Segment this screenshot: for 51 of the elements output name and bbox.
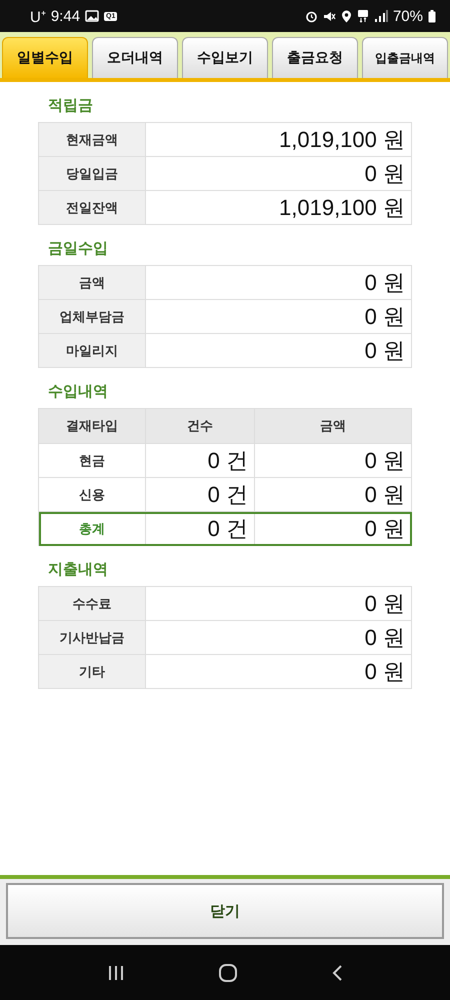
amount-value: 0 원 xyxy=(146,266,412,300)
payment-type: 신용 xyxy=(38,478,146,512)
section-title: 지출내역 xyxy=(47,559,109,580)
clock-time: 9:44 xyxy=(50,8,80,24)
row-label: 당일입금 xyxy=(38,156,146,190)
carrier-label: U⁺ xyxy=(30,8,46,26)
mute-icon xyxy=(322,10,336,22)
row-label: 마일리지 xyxy=(38,334,146,368)
amount-value: 0 원 xyxy=(146,586,412,620)
row-label: 전일잔액 xyxy=(38,190,146,224)
amount-value: 0 원 xyxy=(254,478,412,512)
image-icon xyxy=(85,10,100,22)
section-title: 금일수입 xyxy=(47,238,109,259)
section-title: 적립금 xyxy=(47,95,94,116)
column-header: 결재타입 xyxy=(38,408,146,444)
payment-type: 현금 xyxy=(38,444,146,478)
row-label: 기사반납금 xyxy=(38,620,146,654)
payment-type: 총계 xyxy=(38,512,146,546)
battery-icon xyxy=(428,10,436,22)
row-label: 기타 xyxy=(38,654,146,688)
battery-percent: 70% xyxy=(392,8,423,24)
tab[interactable]: 입출금내역 xyxy=(362,37,448,78)
signal-icon xyxy=(374,10,388,22)
count-value: 0 건 xyxy=(146,478,254,512)
amount-value: 0 원 xyxy=(146,156,412,190)
section-title: 수입내역 xyxy=(47,381,109,402)
close-button[interactable]: 닫기 xyxy=(6,883,444,939)
amount-value: 0 원 xyxy=(146,620,412,654)
amount-value: 0 원 xyxy=(254,444,412,478)
tab[interactable]: 수입보기 xyxy=(182,37,268,78)
amount-value: 0 원 xyxy=(146,300,412,334)
home-icon[interactable] xyxy=(218,962,238,982)
location-icon xyxy=(340,10,352,22)
amount-value: 0 원 xyxy=(146,334,412,368)
alarm-icon xyxy=(304,10,318,22)
network-icon xyxy=(356,9,369,23)
row-label: 현재금액 xyxy=(38,122,146,156)
amount-value: 1,019,100 원 xyxy=(146,190,412,224)
tab[interactable]: 오더내역 xyxy=(92,37,178,78)
amount-value: 0 원 xyxy=(146,654,412,688)
column-header: 건수 xyxy=(146,408,254,444)
tab[interactable]: 출금요청 xyxy=(272,37,358,78)
row-label: 업체부담금 xyxy=(38,300,146,334)
recent-apps-icon[interactable] xyxy=(106,964,125,982)
row-label: 금액 xyxy=(38,266,146,300)
amount-value: 1,019,100 원 xyxy=(146,122,412,156)
column-header: 금액 xyxy=(254,408,412,444)
tab[interactable]: 일별수입 xyxy=(2,37,88,78)
row-label: 수수료 xyxy=(38,586,146,620)
back-icon[interactable] xyxy=(331,964,344,982)
count-value: 0 건 xyxy=(146,444,254,478)
